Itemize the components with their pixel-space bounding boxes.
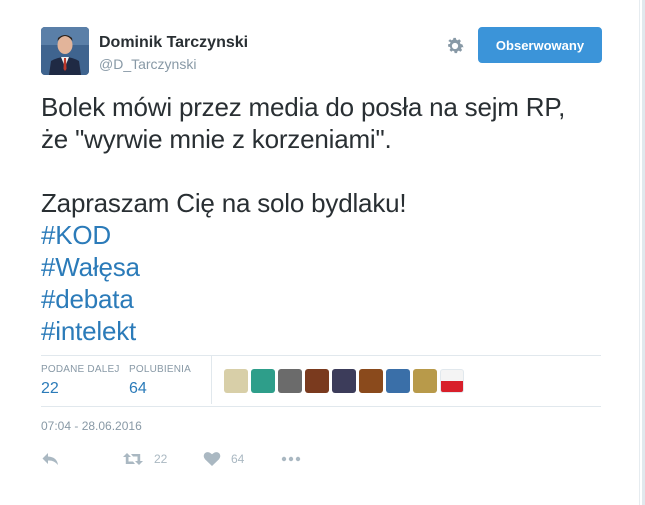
hashtag-link[interactable]: #Wałęsa (41, 251, 601, 283)
tweet-line: że "wyrwie mnie z korzeniami". (41, 124, 392, 154)
avatar[interactable] (41, 27, 89, 75)
retweet-count: 22 (154, 452, 168, 466)
following-button[interactable]: Obserwowany (478, 27, 602, 63)
liker-avatars (224, 369, 464, 393)
tweet-actions: 22 64 (41, 448, 341, 470)
hashtag-link[interactable]: #debata (41, 283, 601, 315)
owl-avatar[interactable] (224, 369, 248, 393)
face-avatar[interactable] (305, 369, 329, 393)
person-avatar[interactable] (332, 369, 356, 393)
retweets-stat[interactable]: PODANE DALEJ 22 (41, 364, 120, 398)
tweet-header: Dominik Tarczynski @D_Tarczynski Obserwo… (41, 27, 602, 77)
likes-count[interactable]: 64 (129, 380, 191, 398)
polish-flag-avatar[interactable] (440, 369, 464, 393)
reply-button[interactable] (41, 448, 61, 470)
more-button[interactable] (281, 448, 301, 470)
madonna-avatar[interactable] (413, 369, 437, 393)
city-avatar[interactable] (278, 369, 302, 393)
retweets-label: PODANE DALEJ (41, 364, 120, 375)
heart-icon (203, 451, 221, 467)
tweet-text: Bolek mówi przez media do posła na sejm … (41, 91, 601, 347)
gear-icon[interactable] (444, 35, 466, 57)
like-button[interactable]: 64 (203, 448, 244, 470)
author-name[interactable]: Dominik Tarczynski (99, 34, 248, 52)
panel-border (639, 0, 640, 505)
reply-icon (41, 451, 61, 467)
retweets-count[interactable]: 22 (41, 380, 120, 398)
tweet-timestamp[interactable]: 07:04 - 28.06.2016 (41, 419, 142, 433)
hashtag-link[interactable]: #KOD (41, 219, 601, 251)
more-icon (281, 456, 301, 462)
retweet-icon (122, 451, 144, 467)
person-blue-avatar[interactable] (386, 369, 410, 393)
likes-label: POLUBIENIA (129, 364, 192, 375)
hashtag-link[interactable]: #intelekt (41, 315, 601, 347)
tweet-line: Bolek mówi przez media do posła na sejm … (41, 92, 566, 122)
tweet-stats: PODANE DALEJ 22 POLUBIENIA 64 (41, 355, 601, 407)
profile-photo-icon (41, 27, 89, 75)
author-handle[interactable]: @D_Tarczynski (99, 56, 196, 72)
tweet-line: Zapraszam Cię na solo bydlaku! (41, 188, 407, 218)
retweet-button[interactable]: 22 (122, 448, 167, 470)
stats-divider (211, 356, 212, 404)
like-count: 64 (231, 452, 245, 466)
bear-avatar[interactable] (359, 369, 383, 393)
likes-stat[interactable]: POLUBIENIA 64 (129, 364, 191, 398)
red-swirl-avatar[interactable] (251, 369, 275, 393)
